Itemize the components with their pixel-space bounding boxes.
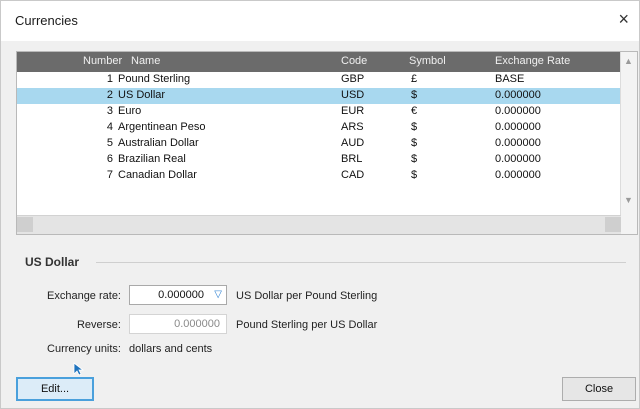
scroll-up-icon[interactable]: ▲ bbox=[624, 56, 633, 66]
cell-code: CAD bbox=[341, 169, 365, 181]
cell-code: BRL bbox=[341, 153, 363, 165]
reverse-label: Reverse: bbox=[76, 319, 121, 331]
cell-number: 3 bbox=[106, 105, 113, 117]
cell-code: EUR bbox=[341, 105, 365, 117]
grid-header: Number Name Code Symbol Exchange Rate bbox=[17, 52, 621, 72]
cell-name: Canadian Dollar bbox=[118, 169, 197, 181]
currencies-dialog: Currencies × Number Name Code Symbol Exc… bbox=[0, 0, 640, 409]
currency-units-label: Currency units: bbox=[47, 343, 121, 355]
cell-symbol: $ bbox=[411, 153, 418, 165]
cell-name: Euro bbox=[118, 105, 142, 117]
cell-name: Pound Sterling bbox=[118, 73, 191, 85]
cell-symbol: $ bbox=[411, 169, 418, 181]
cell-rate: BASE bbox=[495, 73, 525, 85]
cell-number: 7 bbox=[106, 169, 113, 181]
reverse-value: 0.000000 bbox=[174, 318, 220, 330]
column-header-name[interactable]: Name bbox=[131, 55, 160, 67]
cell-code: GBP bbox=[341, 73, 365, 85]
cell-number: 2 bbox=[106, 89, 113, 101]
table-row[interactable]: 3 Euro EUR € 0.000000 bbox=[17, 104, 621, 120]
close-button[interactable]: Close bbox=[562, 377, 636, 401]
details-section-title: US Dollar bbox=[25, 255, 80, 269]
cell-code: AUD bbox=[341, 137, 365, 149]
cell-name: Argentinean Peso bbox=[118, 121, 206, 133]
column-header-symbol[interactable]: Symbol bbox=[409, 55, 446, 67]
currency-grid[interactable]: Number Name Code Symbol Exchange Rate 1 … bbox=[16, 51, 638, 235]
cell-number: 4 bbox=[106, 121, 113, 133]
cell-rate: 0.000000 bbox=[495, 153, 541, 165]
vertical-scrollbar[interactable]: ▲ ▼ bbox=[620, 52, 637, 234]
cell-number: 6 bbox=[106, 153, 113, 165]
cell-code: ARS bbox=[341, 121, 364, 133]
cell-rate: 0.000000 bbox=[495, 121, 541, 133]
exchange-rate-value: 0.000000 bbox=[158, 289, 204, 301]
title-bar: Currencies × bbox=[1, 1, 639, 41]
horizontal-scrollbar[interactable] bbox=[17, 215, 621, 234]
table-row-selected[interactable]: 2 US Dollar USD $ 0.000000 bbox=[17, 88, 621, 104]
cell-name: Brazilian Real bbox=[118, 153, 186, 165]
dialog-title: Currencies bbox=[15, 13, 78, 28]
cell-symbol: £ bbox=[411, 73, 418, 85]
column-header-code[interactable]: Code bbox=[341, 55, 367, 67]
scroll-right-icon[interactable] bbox=[605, 217, 621, 232]
table-row[interactable]: 1 Pound Sterling GBP £ BASE bbox=[17, 72, 621, 88]
reverse-field: 0.000000 bbox=[129, 314, 227, 334]
cell-name: US Dollar bbox=[118, 89, 166, 101]
cell-symbol: $ bbox=[411, 121, 418, 133]
exchange-rate-field[interactable]: 0.000000 ▽ bbox=[129, 285, 227, 305]
cell-code: USD bbox=[341, 89, 365, 101]
section-divider bbox=[96, 262, 626, 263]
currency-units-value: dollars and cents bbox=[129, 343, 213, 355]
mouse-cursor-icon bbox=[73, 362, 85, 376]
cell-rate: 0.000000 bbox=[495, 105, 541, 117]
dropdown-arrow-icon[interactable]: ▽ bbox=[214, 289, 222, 300]
reverse-description: Pound Sterling per US Dollar bbox=[236, 319, 378, 331]
cell-name: Australian Dollar bbox=[118, 137, 199, 149]
cell-symbol: € bbox=[411, 105, 418, 117]
cell-number: 1 bbox=[106, 73, 113, 85]
column-header-number[interactable]: Number bbox=[83, 55, 122, 67]
table-row[interactable]: 6 Brazilian Real BRL $ 0.000000 bbox=[17, 152, 621, 168]
cell-rate: 0.000000 bbox=[495, 89, 541, 101]
scroll-down-icon[interactable]: ▼ bbox=[624, 195, 633, 205]
cell-rate: 0.000000 bbox=[495, 137, 541, 149]
scroll-left-icon[interactable] bbox=[17, 217, 33, 232]
table-row[interactable]: 4 Argentinean Peso ARS $ 0.000000 bbox=[17, 120, 621, 136]
cell-number: 5 bbox=[106, 137, 113, 149]
table-row[interactable]: 5 Australian Dollar AUD $ 0.000000 bbox=[17, 136, 621, 152]
column-header-exchange-rate[interactable]: Exchange Rate bbox=[495, 55, 570, 67]
exchange-rate-description: US Dollar per Pound Sterling bbox=[236, 290, 378, 302]
cell-rate: 0.000000 bbox=[495, 169, 541, 181]
dialog-body: Number Name Code Symbol Exchange Rate 1 … bbox=[1, 41, 639, 408]
cell-symbol: $ bbox=[411, 89, 418, 101]
edit-button[interactable]: Edit... bbox=[16, 377, 94, 401]
table-row[interactable]: 7 Canadian Dollar CAD $ 0.000000 bbox=[17, 168, 621, 184]
exchange-rate-label: Exchange rate: bbox=[47, 290, 121, 302]
close-icon[interactable]: × bbox=[618, 9, 629, 29]
cell-symbol: $ bbox=[411, 137, 418, 149]
